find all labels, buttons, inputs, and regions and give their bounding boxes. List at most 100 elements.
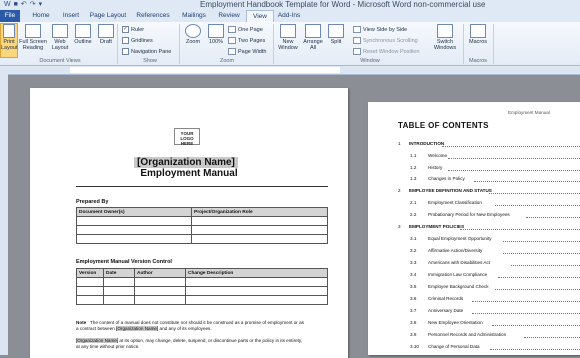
toc-leader-dots (492, 325, 580, 326)
redo-icon[interactable]: ↷ (30, 0, 36, 10)
view-side-by-side-button[interactable]: View Side by Side (353, 26, 407, 33)
zoom-100-button[interactable]: 100% (205, 24, 227, 45)
group-separator (273, 24, 274, 64)
version-control-heading: Employment Manual Version Control (76, 259, 172, 265)
one-page-button[interactable]: One Page (228, 26, 263, 33)
sync-scrolling-icon (353, 37, 361, 44)
toc-entry[interactable]: 1.2 History (398, 165, 580, 172)
toc-entry[interactable]: 3.4 Immigration Law Compliance (398, 272, 580, 279)
org-name-field: [Organization Name] (76, 338, 119, 343)
toc-entry-text: Immigration Law Compliance (428, 272, 488, 277)
toc-entry[interactable]: 1.1 Welcome (398, 153, 580, 160)
toc-entry-number: 3.9 (410, 332, 417, 337)
table-row[interactable] (76, 216, 328, 226)
macros-button[interactable]: Macros (466, 24, 490, 45)
table-header-row: Document Owner(s) Project/Organization R… (76, 207, 328, 217)
toc-entry-number: 1.3 (410, 176, 417, 181)
toc-entry[interactable]: 3.8 New Employee Orientation (398, 320, 580, 327)
note-paragraph-2[interactable]: [Organization Name] at its option, may c… (76, 338, 306, 350)
toc-entry[interactable]: 1 INTRODUCTION (398, 141, 580, 148)
table-row[interactable] (76, 234, 328, 244)
toc-entry-number: 3.6 (410, 296, 417, 301)
toc-entry-text: Probationary Period for New Employees (428, 212, 510, 217)
web-layout-button[interactable]: Web Layout (50, 24, 70, 51)
two-pages-icon (228, 37, 236, 44)
table-header-cell: Version (76, 268, 104, 278)
toc-entry[interactable]: 3.6 Criminal Records (398, 296, 580, 303)
toc-entry[interactable]: 1.3 Changes in Policy (398, 176, 580, 183)
tab-references[interactable]: References (132, 10, 174, 22)
toc-leader-dots (523, 337, 580, 338)
tab-page-layout[interactable]: Page Layout (87, 10, 129, 22)
draft-icon (98, 24, 114, 38)
print-layout-button[interactable]: Print Layout (0, 23, 18, 58)
toc-entry-number: 1 (398, 141, 401, 146)
arrange-all-button[interactable]: Arrange All (302, 24, 324, 51)
quick-access-toolbar: W ■ ↶ ↷ ▾ (4, 0, 42, 10)
tab-review[interactable]: Review (214, 10, 244, 22)
table-row[interactable] (76, 286, 328, 296)
tab-add-ins[interactable]: Add-Ins (274, 10, 304, 22)
toc-entry[interactable]: 2.1 Employment Classification (398, 200, 580, 207)
toc-entry-number: 3.4 (410, 272, 417, 277)
undo-icon[interactable]: ↶ (21, 0, 27, 10)
tab-insert[interactable]: Insert (57, 10, 85, 22)
outline-button[interactable]: Outline (72, 24, 94, 45)
logo-placeholder: YOUR LOGO HERE (174, 128, 200, 146)
group-label-zoom: Zoom (219, 58, 235, 64)
checkbox-unchecked-icon (122, 48, 129, 55)
table-row[interactable] (76, 277, 328, 287)
toc-entry[interactable]: 3.1 Equal Employment Opportunity (398, 236, 580, 243)
horizontal-ruler[interactable] (0, 66, 580, 75)
toc-entry[interactable]: 2.2 Probationary Period for New Employees (398, 212, 580, 219)
navigation-pane-checkbox[interactable]: Navigation Pane (122, 48, 171, 55)
vertical-ruler[interactable] (0, 74, 8, 355)
toc-entry[interactable]: 3.7 Anniversary Date (398, 308, 580, 315)
side-by-side-icon (353, 26, 361, 33)
page-width-button[interactable]: Page Width (228, 48, 266, 55)
document-page-1[interactable]: YOUR LOGO HERE [Organization Name] Emplo… (30, 88, 348, 358)
customize-toolbar-icon[interactable]: ▾ (39, 0, 43, 10)
switch-windows-icon (437, 24, 453, 38)
toc-entry-text: Anniversary Date (428, 308, 464, 313)
ruler-checkbox[interactable]: ✓ Ruler (122, 26, 144, 33)
split-button[interactable]: Split (327, 24, 345, 45)
word-icon[interactable]: W (4, 0, 11, 10)
new-window-icon (280, 24, 296, 38)
toc-entry[interactable]: 3.3 Americans with Disabilities Act (398, 260, 580, 267)
new-window-button[interactable]: New Window (276, 24, 300, 51)
tab-mailings[interactable]: Mailings (177, 10, 211, 22)
toc-entry[interactable]: 3 EMPLOYMENT POLICIES (398, 224, 580, 231)
owners-table[interactable]: Document Owner(s) Project/Organization R… (76, 207, 328, 244)
two-pages-button[interactable]: Two Pages (228, 37, 265, 44)
tab-home[interactable]: Home (26, 10, 56, 22)
toc-entry-text: Americans with Disabilities Act (428, 260, 491, 265)
toc-leader-dots (460, 229, 580, 230)
table-header-cell: Date (103, 268, 135, 278)
tab-file[interactable]: File (0, 10, 20, 22)
toc-entry-text: Employee Background Check (428, 284, 489, 289)
organization-name[interactable]: [Organization Name] (134, 157, 238, 168)
document-page-2[interactable]: Employment Manual TABLE OF CONTENTS 1 INT… (368, 102, 580, 355)
toc-entry[interactable]: 3.2 Affirmative Action/Diversity (398, 248, 580, 255)
draft-button[interactable]: Draft (96, 24, 116, 45)
save-icon[interactable]: ■ (14, 0, 18, 10)
toc-entry-text: Employment Classification (428, 200, 482, 205)
document-title[interactable]: Employment Manual (30, 168, 348, 180)
toc-entry[interactable]: 2 EMPLOYEE DEFINITION AND STATUS (398, 188, 580, 195)
version-table[interactable]: Version Date Author Change Description (76, 268, 328, 305)
switch-windows-button[interactable]: Switch Windows (432, 24, 458, 51)
gridlines-checkbox[interactable]: Gridlines (122, 37, 153, 44)
note-paragraph[interactable]: Note The content of a manual does not co… (76, 320, 306, 332)
toc-leader-dots (502, 241, 580, 242)
reset-window-position-button[interactable]: Reset Window Position (353, 48, 420, 55)
zoom-button[interactable]: Zoom (182, 24, 204, 45)
ribbon: Print Layout Full Screen Reading Web Lay… (0, 22, 580, 66)
full-screen-reading-button[interactable]: Full Screen Reading (18, 24, 48, 51)
table-row[interactable] (76, 295, 328, 305)
toc-entry[interactable]: 3.5 Employee Background Check (398, 284, 580, 291)
toc-entry[interactable]: 3.9 Personnel Records and Administration (398, 332, 580, 339)
synchronous-scrolling-button[interactable]: Synchronous Scrolling (353, 37, 418, 44)
toc-entry[interactable]: 3.10 Change of Personal Data (398, 344, 580, 351)
table-row[interactable] (76, 225, 328, 235)
